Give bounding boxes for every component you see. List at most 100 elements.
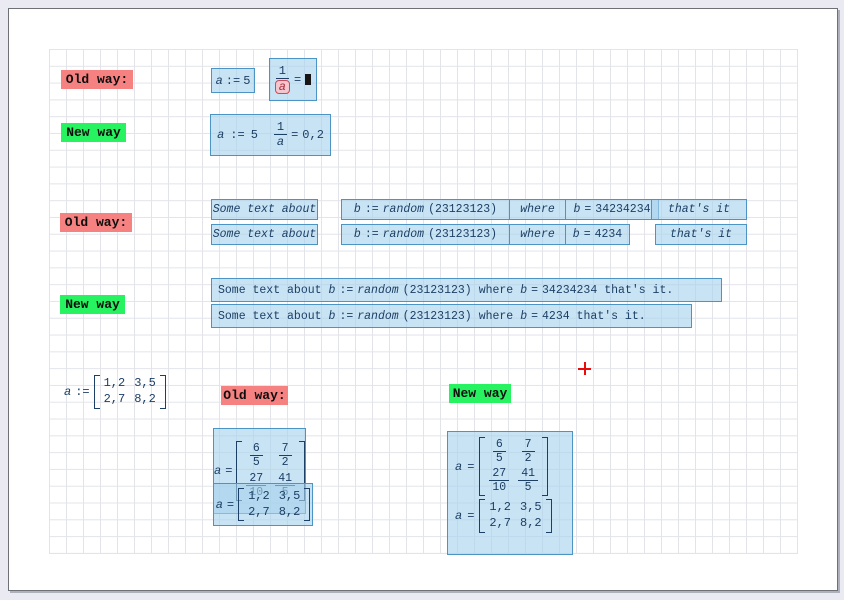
var-a: a bbox=[455, 460, 462, 474]
fraction: 1 a bbox=[275, 65, 290, 94]
text-part: that's it. bbox=[604, 284, 673, 297]
inline-region-row2[interactable]: Some text about b:=random(23123123) wher… bbox=[211, 304, 692, 328]
assign-op: := bbox=[226, 74, 240, 88]
matrix-cell: 2,7 bbox=[104, 393, 126, 407]
fn-random: random bbox=[357, 310, 398, 323]
text-part: Some text about bbox=[218, 310, 322, 323]
label-new-way-mid[interactable]: New way bbox=[60, 295, 125, 314]
text-region[interactable]: where bbox=[509, 199, 566, 220]
numerator: 1 bbox=[274, 121, 287, 135]
math-region-b-random[interactable]: b:=random(23123123) bbox=[341, 199, 510, 220]
assign-op: := bbox=[365, 228, 379, 241]
math-region-fraction-error[interactable]: 1 a = bbox=[269, 58, 317, 101]
var-b: b bbox=[520, 310, 527, 323]
matrix-cell: 8,2 bbox=[279, 506, 301, 520]
numerator: 7 bbox=[522, 439, 535, 452]
label-new-way-top[interactable]: New way bbox=[61, 123, 126, 142]
fn-random: random bbox=[357, 284, 398, 297]
numerator: 6 bbox=[250, 443, 263, 456]
text-region[interactable]: Some text about bbox=[211, 199, 318, 220]
error-undefined-variable[interactable]: a bbox=[275, 80, 290, 95]
fn-random: random bbox=[383, 228, 424, 241]
result-value: 34234234 bbox=[595, 203, 650, 216]
math-region-b-result[interactable]: b = 34234234 bbox=[565, 199, 659, 220]
equals-sign: = bbox=[584, 203, 591, 216]
bracket-right bbox=[542, 437, 548, 496]
result-value: 34234234 bbox=[542, 284, 597, 297]
text-region[interactable]: where bbox=[509, 224, 566, 245]
text-part: that's it. bbox=[577, 310, 646, 323]
label-old-way-mid[interactable]: Old way: bbox=[60, 213, 132, 232]
equals-sign: = bbox=[291, 128, 298, 142]
denominator: 2 bbox=[280, 457, 291, 469]
result-value: 4234 bbox=[542, 310, 570, 323]
worksheet-page: Old way: a:=5 1 a = New way a:=5 1 a = 0… bbox=[8, 8, 838, 591]
numerator: 27 bbox=[489, 468, 509, 481]
equals-sign: = bbox=[467, 460, 474, 474]
denominator: 5 bbox=[494, 453, 505, 465]
var-a: a bbox=[216, 74, 223, 88]
label-old-way-bottom[interactable]: Old way: bbox=[221, 386, 288, 405]
insertion-cursor-icon bbox=[578, 362, 591, 375]
denominator: 5 bbox=[251, 457, 262, 469]
value-5: 5 bbox=[243, 74, 250, 88]
equals-sign: = bbox=[467, 509, 474, 523]
inline-region-row1[interactable]: Some text about b:=random(23123123) wher… bbox=[211, 278, 722, 302]
matrix-cell: 1,2 bbox=[104, 377, 126, 391]
result-placeholder[interactable] bbox=[305, 74, 311, 85]
text-part: where bbox=[479, 284, 514, 297]
var-b: b bbox=[354, 228, 361, 241]
text-region[interactable]: that's it bbox=[655, 224, 747, 245]
var-b: b bbox=[573, 228, 580, 241]
fn-arg: (23123123) bbox=[428, 228, 497, 241]
var-b: b bbox=[329, 310, 336, 323]
math-region-b-result[interactable]: b=4234 bbox=[565, 224, 630, 245]
assign-op: := bbox=[339, 310, 353, 323]
denominator: 2 bbox=[523, 453, 534, 465]
assign-op: := bbox=[339, 284, 353, 297]
result-value: 0,2 bbox=[302, 128, 324, 142]
numerator: 7 bbox=[279, 443, 292, 456]
equals-sign: = bbox=[531, 310, 538, 323]
text-region-overlapping[interactable]: that's it bbox=[651, 199, 747, 220]
fn-arg: (23123123) bbox=[403, 310, 472, 323]
denominator: a bbox=[275, 136, 286, 149]
bracket-right bbox=[160, 375, 166, 409]
var-b: b bbox=[573, 203, 580, 216]
numerator: 1 bbox=[276, 65, 289, 79]
equals-sign: = bbox=[531, 284, 538, 297]
text-region[interactable]: Some text about bbox=[211, 224, 318, 245]
math-part: b = 4234 bbox=[520, 310, 569, 323]
math-region-b-random[interactable]: b := random (23123123) bbox=[341, 224, 510, 245]
smath-worksheet: { "labels": { "old_top": "Old way:", "ne… bbox=[0, 0, 844, 600]
math-region-new-inline[interactable]: a:=5 1 a = 0,2 bbox=[210, 114, 331, 156]
matrix: 1,2 3,5 2,7 8,2 bbox=[238, 488, 310, 522]
text-part: Some text about bbox=[218, 284, 322, 297]
math-part: b:=random(23123123) bbox=[329, 284, 472, 297]
fraction: 1 a bbox=[274, 121, 287, 148]
matrix: 65 72 2710 415 bbox=[479, 437, 548, 496]
result-row: a = 1,2 3,5 2,7 8,2 bbox=[455, 499, 552, 533]
matrix-cell: 8,2 bbox=[520, 517, 542, 531]
label-new-way-bottom[interactable]: New way bbox=[449, 384, 511, 403]
var-b: b bbox=[354, 203, 361, 216]
matrix: 1,2 3,5 2,7 8,2 bbox=[94, 375, 166, 409]
fn-random: random bbox=[383, 203, 424, 216]
math-region-a-assign[interactable]: a:=5 bbox=[211, 68, 255, 93]
math-region-combined-results[interactable]: a = 65 72 2710 415 a = 1,2 3,5 bbox=[447, 431, 573, 555]
matrix-cell: 3,5 bbox=[279, 490, 301, 504]
matrix-cell: 1,2 bbox=[489, 501, 511, 515]
equals-sign: = bbox=[225, 464, 232, 478]
result-value: 4234 bbox=[595, 228, 623, 241]
matrix-definition[interactable]: a := 1,2 3,5 2,7 8,2 bbox=[64, 375, 166, 409]
var-b: b bbox=[329, 284, 336, 297]
denominator: 10 bbox=[490, 482, 508, 494]
var-a: a bbox=[214, 464, 221, 478]
matrix-cell: 8,2 bbox=[134, 393, 156, 407]
numerator: 6 bbox=[493, 439, 506, 452]
math-region-plain-matrix-overlapping[interactable]: a = 1,2 3,5 2,7 8,2 bbox=[213, 483, 313, 526]
matrix-cell: 2,7 bbox=[489, 517, 511, 531]
label-old-way-top[interactable]: Old way: bbox=[61, 70, 133, 89]
result-row: a = 65 72 2710 415 bbox=[455, 437, 548, 496]
math-part: b:= random (23123123) bbox=[329, 310, 472, 323]
